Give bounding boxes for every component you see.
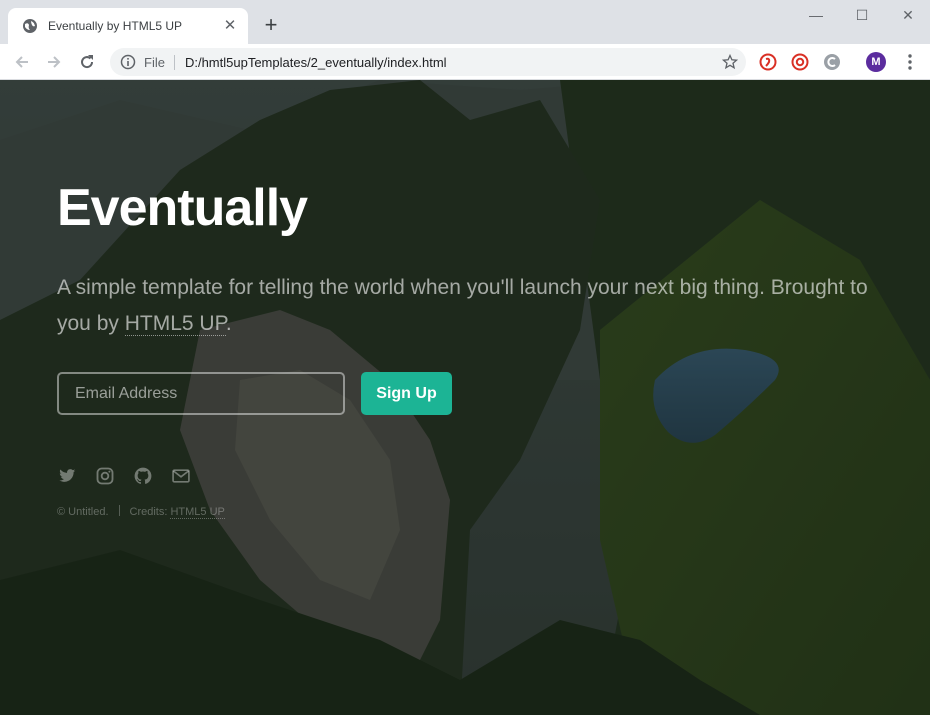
opera-extension-icon[interactable]: [759, 53, 777, 71]
tab-close-icon[interactable]: ✕: [222, 18, 238, 34]
envelope-icon[interactable]: [171, 466, 191, 486]
page-viewport: Eventually A simple template for telling…: [0, 80, 930, 715]
new-tab-button[interactable]: +: [259, 14, 283, 38]
profile-avatar[interactable]: M: [866, 52, 886, 72]
browser-toolbar: File D:/hmtl5upTemplates/2_eventually/in…: [0, 44, 930, 80]
arrow-right-icon: [48, 56, 61, 68]
tagline: A simple template for telling the world …: [57, 270, 872, 342]
grammarly-extension-icon[interactable]: [791, 53, 809, 71]
email-input[interactable]: [57, 372, 345, 415]
instagram-icon[interactable]: [95, 466, 115, 486]
html5up-link[interactable]: HTML5 UP: [124, 312, 226, 336]
tagline-period: .: [225, 312, 232, 335]
reload-button[interactable]: [73, 48, 101, 76]
browser-titlebar: Eventually by HTML5 UP ✕ + — ☐ ✕: [0, 0, 930, 44]
footer-copyright: © Untitled.: [57, 506, 109, 518]
arrow-left-icon: [15, 56, 28, 68]
browser-tab[interactable]: Eventually by HTML5 UP ✕: [8, 8, 248, 44]
footer-credits-label: Credits:: [129, 506, 171, 518]
github-icon[interactable]: [133, 466, 153, 486]
social-icons: [57, 466, 191, 486]
page-title: Eventually: [57, 179, 308, 237]
forward-button[interactable]: [40, 48, 68, 76]
tab-title: Eventually by HTML5 UP: [48, 19, 183, 33]
footer-divider: [118, 505, 120, 516]
maximize-button[interactable]: ☐: [839, 4, 885, 26]
scheme-label: File: [144, 54, 175, 70]
reload-icon: [81, 55, 94, 69]
footer-credits-link[interactable]: HTML5 UP: [170, 506, 225, 519]
address-bar[interactable]: File D:/hmtl5upTemplates/2_eventually/in…: [110, 48, 746, 76]
star-icon[interactable]: [722, 54, 738, 70]
globe-icon: [23, 19, 37, 33]
info-icon[interactable]: [120, 54, 136, 70]
minimize-button[interactable]: —: [793, 4, 839, 26]
url-text[interactable]: D:/hmtl5upTemplates/2_eventually/index.h…: [185, 55, 447, 70]
footer: © Untitled. Credits: HTML5 UP: [57, 505, 225, 519]
window-close-button[interactable]: ✕: [885, 4, 930, 26]
twitter-icon[interactable]: [57, 466, 77, 486]
c-extension-icon[interactable]: [823, 53, 841, 71]
signup-button[interactable]: Sign Up: [361, 372, 452, 415]
menu-icon[interactable]: [900, 52, 920, 72]
back-button[interactable]: [8, 48, 36, 76]
